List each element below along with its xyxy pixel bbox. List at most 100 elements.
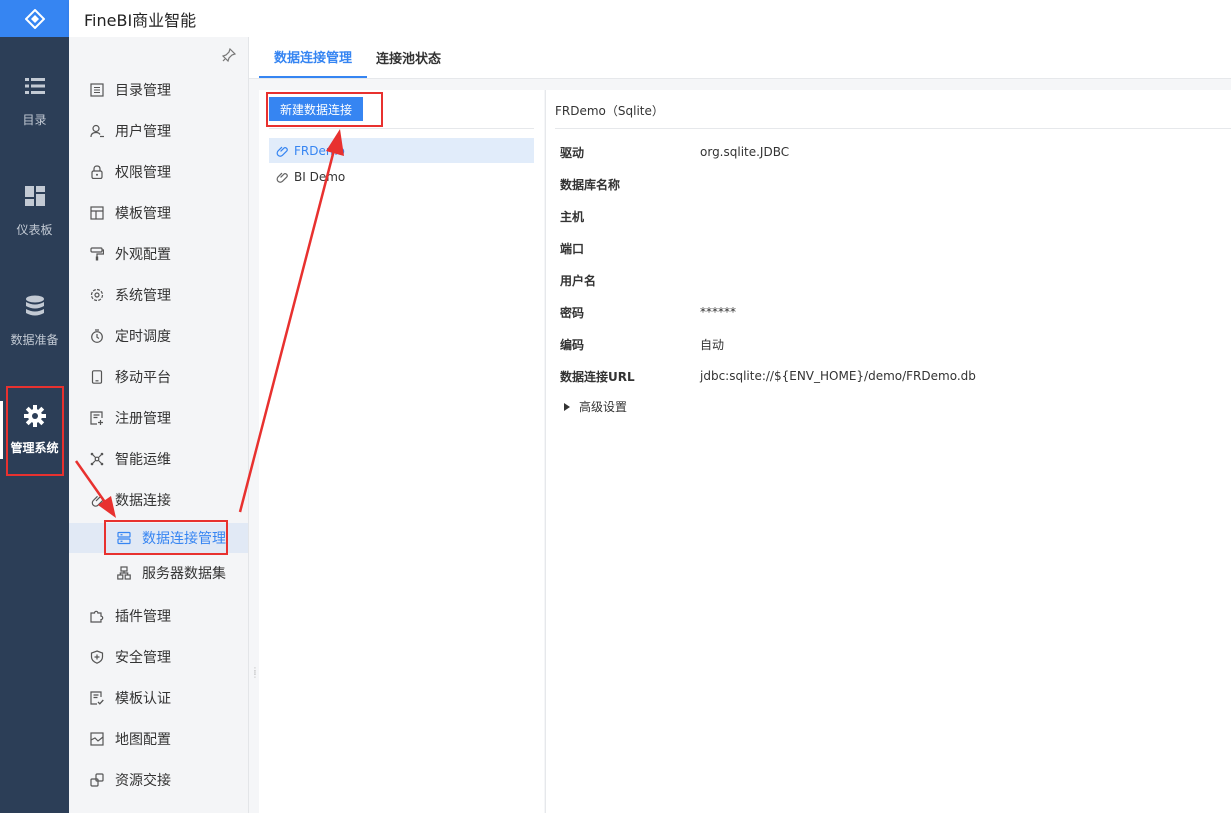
- menu-item-data-connection[interactable]: 数据连接: [69, 485, 248, 515]
- map-icon: [89, 731, 105, 747]
- menu-item-label: 模板认证: [115, 691, 171, 707]
- dashboard-icon: [24, 183, 45, 209]
- admin-menu: 目录管理 用户管理 权限管理 模板管理 外观配置 系统管理 定时调度 移动平台: [69, 37, 259, 813]
- left-rail: 目录 仪表板 数据准备 管理系统: [0, 0, 69, 813]
- app-window: 目录 仪表板 数据准备 管理系统 FineBI商业智能 目录管理 用户管理 权限…: [0, 0, 1231, 813]
- menu-item-users[interactable]: 用户管理: [69, 116, 248, 146]
- menu-item-data-connection-management[interactable]: 数据连接管理: [69, 523, 248, 553]
- menu-item-label: 系统管理: [115, 288, 171, 304]
- rail-item-data-prep[interactable]: 数据准备: [0, 293, 69, 348]
- rail-item-dashboard[interactable]: 仪表板: [0, 183, 69, 238]
- connection-item-bi-demo[interactable]: BI Demo: [269, 164, 534, 189]
- menu-item-template-auth[interactable]: 模板认证: [69, 683, 248, 713]
- menu-item-plugins[interactable]: 插件管理: [69, 601, 248, 631]
- menu-item-appearance[interactable]: 外观配置: [69, 239, 248, 269]
- menu-item-map-config[interactable]: 地图配置: [69, 724, 248, 754]
- property-row-database-name: 数据库名称: [560, 174, 700, 194]
- rail-label: 数据准备: [10, 333, 59, 347]
- logo[interactable]: [0, 0, 69, 37]
- property-label: 驱动: [560, 145, 585, 160]
- property-row-encoding: 编码 自动: [560, 334, 724, 354]
- tab-data-connection-management[interactable]: 数据连接管理: [259, 37, 368, 78]
- rail-item-catalog[interactable]: 目录: [0, 73, 69, 128]
- connection-list-panel: 新建数据连接 FRDemo BI Demo: [259, 90, 544, 813]
- dataset-icon: [116, 565, 132, 581]
- divider: [555, 128, 1231, 129]
- list-icon: [24, 73, 45, 99]
- menu-item-label: 数据连接管理: [142, 531, 226, 547]
- catalog-icon: [89, 82, 105, 98]
- network-icon: [89, 451, 105, 467]
- menu-item-resource-handover[interactable]: 资源交接: [69, 765, 248, 795]
- tab-label: 连接池状态: [376, 52, 442, 67]
- certificate-icon: [89, 690, 105, 706]
- property-value: jdbc:sqlite://${ENV_HOME}/demo/FRDemo.db: [700, 369, 976, 383]
- timer-icon: [89, 328, 105, 344]
- connection-detail-panel: FRDemo（Sqlite） 驱动 org.sqlite.JDBC 数据库名称 …: [545, 90, 1231, 813]
- link-icon: [275, 144, 289, 158]
- tab-label: 数据连接管理: [274, 51, 353, 66]
- property-label: 主机: [560, 209, 585, 224]
- menu-item-schedule[interactable]: 定时调度: [69, 321, 248, 351]
- menu-item-label: 地图配置: [115, 732, 171, 748]
- rail-item-admin[interactable]: 管理系统: [0, 403, 69, 456]
- server-icon: [116, 530, 132, 546]
- menu-item-label: 智能运维: [115, 452, 171, 468]
- menu-item-templates[interactable]: 模板管理: [69, 198, 248, 228]
- shield-icon: [89, 649, 105, 665]
- advanced-settings-toggle[interactable]: 高级设置: [564, 398, 627, 415]
- rail-label: 仪表板: [16, 223, 53, 237]
- menu-item-label: 权限管理: [115, 165, 171, 181]
- property-label: 密码: [560, 305, 585, 320]
- handover-icon: [89, 772, 105, 788]
- menu-item-label: 资源交接: [115, 773, 171, 789]
- menu-item-registration[interactable]: 注册管理: [69, 403, 248, 433]
- property-row-password: 密码 ******: [560, 302, 736, 322]
- top-bar: FineBI商业智能: [69, 0, 1231, 37]
- menu-item-label: 移动平台: [115, 370, 171, 386]
- paint-roller-icon: [89, 246, 105, 262]
- pin-icon[interactable]: [221, 47, 237, 66]
- menu-item-catalog[interactable]: 目录管理: [69, 75, 248, 105]
- connection-name: FRDemo: [294, 143, 345, 158]
- register-icon: [89, 410, 105, 426]
- advanced-settings-label: 高级设置: [579, 400, 628, 414]
- menu-item-ops[interactable]: 智能运维: [69, 444, 248, 474]
- gear-icon: [23, 403, 46, 429]
- property-label: 数据库名称: [560, 177, 621, 192]
- template-icon: [89, 205, 105, 221]
- menu-item-label: 定时调度: [115, 329, 171, 345]
- panel-resize-handle[interactable]: ⋮ ⋮: [251, 667, 259, 679]
- fine-logo-icon: [24, 8, 45, 29]
- rail-label: 目录: [22, 113, 47, 127]
- link-icon: [275, 170, 289, 184]
- menu-item-system[interactable]: 系统管理: [69, 280, 248, 310]
- property-value: org.sqlite.JDBC: [700, 145, 790, 159]
- property-row-driver: 驱动 org.sqlite.JDBC: [560, 142, 789, 162]
- menu-item-permissions[interactable]: 权限管理: [69, 157, 248, 187]
- link-icon: [89, 492, 105, 508]
- property-label: 编码: [560, 337, 585, 352]
- database-icon: [25, 293, 45, 319]
- mobile-icon: [89, 369, 105, 385]
- menu-item-label: 目录管理: [115, 83, 171, 99]
- menu-item-label: 插件管理: [115, 609, 171, 625]
- menu-item-label: 外观配置: [115, 247, 171, 263]
- property-label: 用户名: [560, 273, 597, 288]
- tab-bar: 数据连接管理 连接池状态: [249, 37, 1231, 79]
- menu-item-security[interactable]: 安全管理: [69, 642, 248, 672]
- app-title: FineBI商业智能: [84, 10, 197, 30]
- new-connection-button[interactable]: 新建数据连接: [269, 97, 363, 121]
- caret-right-icon: [564, 402, 570, 411]
- menu-item-mobile[interactable]: 移动平台: [69, 362, 248, 392]
- menu-item-label: 数据连接: [115, 493, 171, 509]
- connection-item-frdemo[interactable]: FRDemo: [269, 138, 534, 163]
- property-value: ******: [700, 305, 736, 319]
- property-value: 自动: [700, 337, 725, 352]
- connection-detail-title: FRDemo（Sqlite）: [555, 104, 664, 118]
- list-toolbar: 新建数据连接: [269, 90, 534, 129]
- menu-item-server-dataset[interactable]: 服务器数据集: [69, 558, 248, 588]
- lock-icon: [89, 164, 105, 180]
- property-row-host: 主机: [560, 206, 700, 226]
- tab-pool-status[interactable]: 连接池状态: [376, 37, 441, 78]
